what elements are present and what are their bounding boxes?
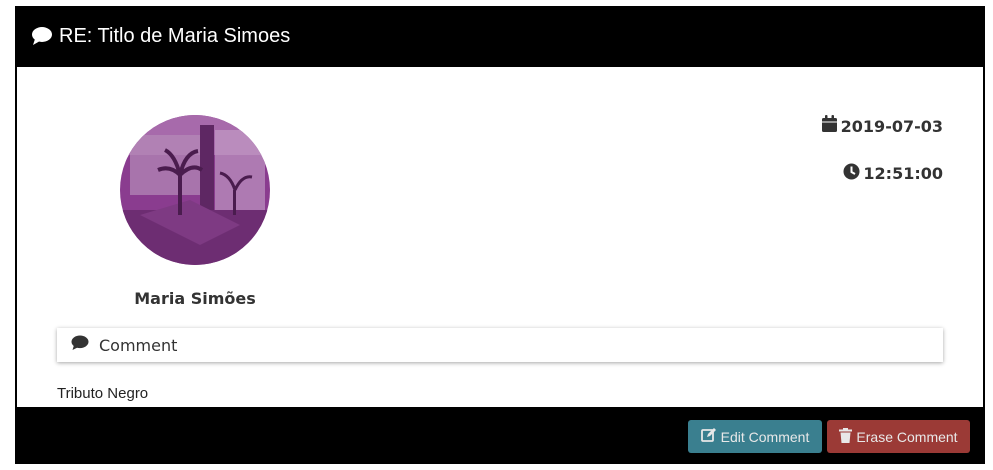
- comment-panel: RE: Titlo de Maria Simoes Maria Simões 2…: [15, 6, 985, 464]
- comment-section-label: Comment: [99, 335, 178, 355]
- comment-icon: [31, 26, 53, 46]
- panel-title: RE: Titlo de Maria Simoes: [59, 24, 291, 47]
- edit-comment-button[interactable]: Edit Comment: [688, 420, 822, 453]
- edit-comment-label: Edit Comment: [720, 428, 810, 445]
- panel-body: Maria Simões 2019-07-03 12:51:00 Comment…: [17, 67, 983, 407]
- avatar: [120, 115, 270, 265]
- post-time-value: 12:51:00: [863, 164, 943, 183]
- comment-text: Tributo Negro: [57, 385, 149, 402]
- erase-comment-label: Erase Comment: [856, 428, 958, 445]
- post-date-value: 2019-07-03: [840, 116, 943, 136]
- post-time: 12:51:00: [843, 163, 943, 184]
- post-date: 2019-07-03: [821, 115, 943, 137]
- panel-header: RE: Titlo de Maria Simoes: [15, 6, 985, 66]
- comment-section-header: Comment: [57, 328, 943, 362]
- panel-footer: Edit Comment Erase Comment: [15, 408, 985, 464]
- edit-icon: [700, 427, 721, 446]
- comment-icon: [71, 335, 99, 355]
- trash-icon: [839, 427, 856, 446]
- calendar-icon: [821, 115, 841, 137]
- clock-icon: [843, 163, 863, 184]
- erase-comment-button[interactable]: Erase Comment: [827, 420, 970, 453]
- author-name: Maria Simões: [134, 289, 256, 308]
